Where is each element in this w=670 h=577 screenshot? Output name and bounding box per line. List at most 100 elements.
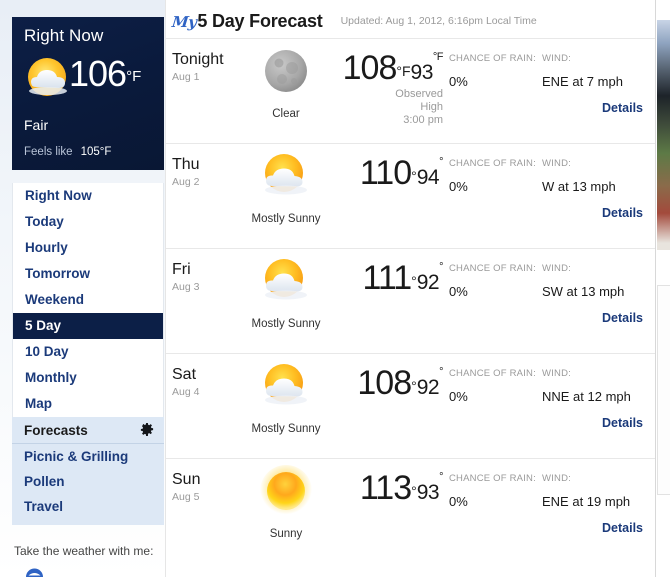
low-temperature: 94° (416, 156, 444, 189)
sidebar-item-tomorrow[interactable]: Tomorrow (13, 261, 163, 287)
forecast-temperature-column: 108°92° (306, 364, 451, 402)
main-content: My5 Day Forecast Updated: Aug 1, 2012, 6:… (165, 0, 655, 577)
low-temperature-unit: ° (439, 156, 443, 168)
day-date: Aug 2 (172, 176, 200, 188)
condition-text: Sunny (269, 528, 303, 540)
right-now-title: Right Now (24, 26, 104, 45)
high-temperature: 110° (359, 154, 417, 192)
forecast-day-column: Thu Aug 2 (172, 156, 234, 188)
low-temperature: 92° (416, 366, 444, 399)
wind-column: WIND: ENE at 7 mph (542, 53, 654, 89)
day-name: Sat (172, 366, 197, 383)
right-now-condition-text: Fair (24, 117, 49, 133)
right-now-card: Right Now 106°F Fair Feels like 105°F (12, 17, 164, 170)
left-sidebar: Right Now 106°F Fair Feels like 105°F Ri… (0, 0, 165, 577)
sidebar-item-10-day[interactable]: 10 Day (13, 339, 163, 365)
chance-of-rain-value: 0% (449, 179, 468, 194)
sidebar-item-5-day[interactable]: 5 Day (13, 313, 163, 339)
forecast-row[interactable]: Fri Aug 3 Mostly Sunny 111°92° CHANCE OF… (166, 248, 655, 353)
take-weather-with-me-label: Take the weather with me: (14, 544, 154, 558)
forecast-row[interactable]: Thu Aug 2 Mostly Sunny 110°94° CHANCE OF… (166, 143, 655, 248)
high-temperature: 113° (359, 469, 417, 507)
details-link[interactable]: Details (602, 206, 643, 220)
low-temperature: 93°F (410, 51, 444, 84)
low-temperature-unit: °F (432, 51, 444, 63)
sidebar-item-today[interactable]: Today (13, 209, 163, 235)
details-link[interactable]: Details (602, 101, 643, 115)
wind-label: WIND: (542, 368, 571, 379)
details-link[interactable]: Details (602, 521, 643, 535)
wind-label: WIND: (542, 158, 571, 169)
sidebar-item-map[interactable]: Map (13, 391, 163, 417)
right-now-conditions: 106°F (24, 51, 152, 111)
sidebar-item-pollen[interactable]: Pollen (12, 469, 164, 494)
feels-like-value: 105°F (80, 146, 112, 158)
wind-column: WIND: W at 13 mph (542, 158, 654, 194)
high-temperature: 108° (357, 364, 417, 402)
chance-of-rain-column: CHANCE OF RAIN: 0% (449, 158, 539, 194)
low-temperature-unit: ° (439, 366, 443, 378)
wind-label: WIND: (542, 53, 571, 64)
details-link[interactable]: Details (602, 416, 643, 430)
right-rail-module-partial (657, 285, 670, 495)
weather-5-day-forecast-page: Right Now 106°F Fair Feels like 105°F Ri… (0, 0, 670, 577)
wind-label: WIND: (542, 263, 571, 274)
forecasts-panel: Forecasts Picnic & Grilling Pollen Trave… (12, 417, 164, 525)
high-temperature-unit: ° (411, 273, 417, 289)
forecast-temperature-column: 110°94° (306, 154, 451, 192)
day-name: Fri (172, 261, 191, 278)
high-temperature: 111° (362, 259, 417, 297)
day-name: Sun (172, 471, 201, 488)
feels-like-label: Feels like (24, 146, 73, 158)
wind-value: ENE at 7 mph (542, 74, 623, 89)
wind-value: SW at 13 mph (542, 284, 625, 299)
high-temperature-unit: ° (411, 168, 417, 184)
forecast-row[interactable]: Sun Aug 5 Sunny 113°93° CHANCE OF RAIN: … (166, 458, 655, 550)
high-temperature-unit: °F (396, 63, 411, 79)
forecast-row[interactable]: Tonight Aug 1 Clear 108°F93°F Observed H… (166, 38, 655, 143)
forecast-day-column: Fri Aug 3 (172, 261, 234, 293)
right-now-feels-like: Feels like 105°F (24, 146, 111, 158)
forecast-temperature-column: 113°93° (306, 469, 451, 507)
mobile-app-badge-icon[interactable] (25, 566, 44, 577)
sidebar-item-monthly[interactable]: Monthly (13, 365, 163, 391)
forecast-temperature-column: 111°92° (306, 259, 451, 297)
high-temperature-unit: ° (411, 483, 417, 499)
wind-value: ENE at 19 mph (542, 494, 631, 509)
forecasts-panel-title: Forecasts (24, 422, 88, 438)
updated-timestamp: Updated: Aug 1, 2012, 6:16pm Local Time (340, 15, 537, 27)
low-temperature-unit: ° (439, 261, 443, 273)
day-date: Aug 4 (172, 386, 200, 398)
sidebar-item-hourly[interactable]: Hourly (13, 235, 163, 261)
condition-text: Mostly Sunny (251, 423, 321, 435)
forecast-row[interactable]: Sat Aug 4 Mostly Sunny 108°92° CHANCE OF… (166, 353, 655, 458)
forecast-day-column: Sun Aug 5 (172, 471, 234, 503)
day-name: Tonight (172, 51, 224, 68)
chance-of-rain-column: CHANCE OF RAIN: 0% (449, 263, 539, 299)
chance-of-rain-label: CHANCE OF RAIN: (449, 368, 536, 379)
chance-of-rain-label: CHANCE OF RAIN: (449, 158, 536, 169)
chance-of-rain-column: CHANCE OF RAIN: 0% (449, 368, 539, 404)
high-temperature: 108°F (342, 49, 411, 87)
low-temperature: 92° (416, 261, 444, 294)
sidebar-item-picnic-grilling[interactable]: Picnic & Grilling (12, 444, 164, 469)
forecast-day-column: Tonight Aug 1 (172, 51, 234, 83)
details-link[interactable]: Details (602, 311, 643, 325)
page-header: My5 Day Forecast Updated: Aug 1, 2012, 6:… (166, 0, 655, 38)
advertisement-image-partial[interactable] (657, 20, 670, 250)
chance-of-rain-column: CHANCE OF RAIN: 0% (449, 53, 539, 89)
chance-of-rain-label: CHANCE OF RAIN: (449, 263, 536, 274)
sidebar-item-weekend[interactable]: Weekend (13, 287, 163, 313)
chance-of-rain-value: 0% (449, 389, 468, 404)
sidebar-item-travel[interactable]: Travel (12, 494, 164, 519)
forecast-day-column: Sat Aug 4 (172, 366, 234, 398)
right-now-temperature-unit: °F (126, 68, 142, 85)
right-rail-partial (655, 0, 670, 577)
high-temperature-unit: ° (411, 378, 417, 394)
wind-column: WIND: ENE at 19 mph (542, 473, 654, 509)
day-name: Thu (172, 156, 200, 173)
gear-icon[interactable] (140, 423, 154, 437)
low-temperature: 93° (416, 471, 444, 504)
sidebar-item-right-now[interactable]: Right Now (13, 183, 163, 209)
chance-of-rain-value: 0% (449, 494, 468, 509)
